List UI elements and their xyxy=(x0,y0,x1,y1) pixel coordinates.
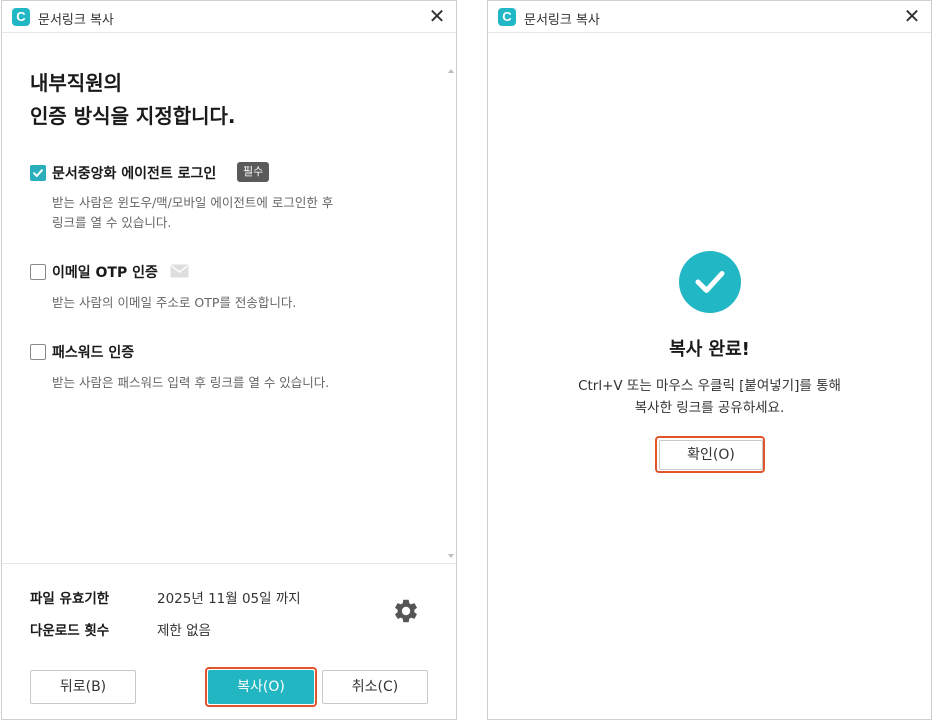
expiry-value: 2025년 11월 05일 까지 xyxy=(157,591,301,607)
expiry-label: 파일 유효기한 xyxy=(30,591,110,607)
mail-icon xyxy=(170,264,189,278)
app-logo-icon: C xyxy=(498,8,516,26)
gear-icon[interactable] xyxy=(392,597,420,625)
back-button[interactable]: 뒤로(B) xyxy=(30,670,136,704)
email-otp-label: 이메일 OTP 인증 xyxy=(52,265,158,281)
close-button[interactable]: ✕ xyxy=(901,6,923,28)
cancel-button[interactable]: 취소(C) xyxy=(322,670,428,704)
page-title-line1: 내부직원의 xyxy=(30,71,122,95)
page-title-line2: 인증 방식을 지정합니다. xyxy=(30,104,236,128)
password-desc: 받는 사람은 패스워드 입력 후 링크를 열 수 있습니다. xyxy=(52,375,330,390)
required-badge: 필수 xyxy=(237,162,270,182)
title-bar: C 문서링크 복사 ✕ xyxy=(488,1,931,33)
agent-login-checkbox[interactable] xyxy=(30,165,46,181)
email-otp-desc: 받는 사람의 이메일 주소로 OTP를 전송합니다. xyxy=(52,295,297,310)
app-logo-icon: C xyxy=(12,8,30,26)
title-bar: C 문서링크 복사 ✕ xyxy=(2,1,456,33)
copy-complete-title: 복사 완료! xyxy=(669,339,750,360)
scroll-down-arrow[interactable] xyxy=(448,554,454,558)
checkmark-icon xyxy=(33,169,43,177)
scroll-up-arrow[interactable] xyxy=(448,69,454,73)
password-checkbox[interactable] xyxy=(30,344,46,360)
agent-login-desc-line2: 링크를 열 수 있습니다. xyxy=(52,215,172,230)
password-label: 패스워드 인증 xyxy=(52,345,135,361)
copy-complete-dialog: C 문서링크 복사 ✕ 복사 완료! Ctrl+V 또는 마우스 우클릭 [붙여… xyxy=(487,0,932,720)
download-count-label: 다운로드 횟수 xyxy=(30,623,110,639)
copy-link-dialog: C 문서링크 복사 ✕ 내부직원의 인증 방식을 지정합니다. 문서중앙화 에이… xyxy=(1,0,457,720)
copy-button[interactable]: 복사(O) xyxy=(208,670,314,704)
copy-complete-message-line2: 복사한 링크를 공유하세요. xyxy=(634,400,785,416)
window-title: 문서링크 복사 xyxy=(524,13,600,28)
check-circle-icon xyxy=(679,251,741,313)
checkmark-icon xyxy=(695,271,725,293)
page-title: 내부직원의 인증 방식을 지정합니다. xyxy=(30,67,236,133)
email-otp-checkbox[interactable] xyxy=(30,264,46,280)
section-divider xyxy=(2,563,456,564)
download-count-value: 제한 없음 xyxy=(157,623,211,639)
agent-login-desc-line1: 받는 사람은 윈도우/맥/모바일 에이전트에 로그인한 후 xyxy=(52,195,334,210)
copy-complete-message-line1: Ctrl+V 또는 마우스 우클릭 [붙여넣기]를 통해 xyxy=(578,378,841,394)
confirm-button[interactable]: 확인(O) xyxy=(659,440,763,470)
window-title: 문서링크 복사 xyxy=(38,13,114,28)
agent-login-label: 문서중앙화 에이전트 로그인 xyxy=(52,166,217,182)
close-button[interactable]: ✕ xyxy=(426,6,448,28)
